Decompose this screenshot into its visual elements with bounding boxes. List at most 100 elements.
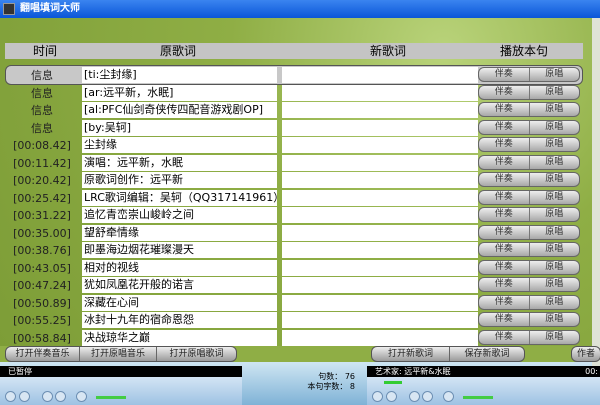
- play-original-button[interactable]: 原唱: [528, 278, 580, 291]
- play-original-button[interactable]: 原唱: [528, 138, 580, 151]
- play-original-button[interactable]: 原唱: [528, 225, 580, 239]
- row-play-buttons: 伴奏 原唱: [478, 102, 580, 117]
- play-original-button[interactable]: 原唱: [528, 243, 580, 256]
- original-lyric-cell[interactable]: 原歌词创作：远平新: [82, 172, 277, 188]
- save-new-lyrics-button[interactable]: 保存新歌词: [449, 347, 524, 361]
- author-button[interactable]: 作者: [572, 347, 600, 361]
- play-accompaniment-button[interactable]: 伴奏: [479, 173, 529, 186]
- next-icon[interactable]: [422, 391, 433, 402]
- row-play-buttons: 伴奏 原唱: [478, 242, 580, 257]
- table-row: [00:35.00] 望舒牵情缘 伴奏 原唱: [0, 224, 590, 243]
- original-lyric-cell[interactable]: LRC歌词编辑：吴轲（QQ317141961）: [82, 189, 277, 206]
- play-accompaniment-button[interactable]: 伴奏: [479, 261, 529, 274]
- new-lyric-input[interactable]: [282, 224, 478, 241]
- original-lyric-cell[interactable]: 追忆青峦崇山峻岭之间: [82, 207, 277, 223]
- play-accompaniment-button[interactable]: 伴奏: [479, 156, 529, 169]
- volume-icon[interactable]: [76, 391, 87, 402]
- new-lyric-input[interactable]: [282, 137, 478, 153]
- header-play: 播放本句: [500, 44, 549, 58]
- new-lyric-input[interactable]: [282, 67, 478, 83]
- new-lyric-input[interactable]: [282, 102, 478, 118]
- play-original-button[interactable]: 原唱: [528, 155, 580, 169]
- row-play-buttons: 伴奏 原唱: [478, 312, 580, 327]
- play-original-button[interactable]: 原唱: [528, 103, 580, 116]
- original-lyric-cell[interactable]: [ti:尘封缘]: [82, 67, 277, 83]
- play-original-button[interactable]: 原唱: [528, 173, 580, 186]
- play-accompaniment-button[interactable]: 伴奏: [479, 331, 529, 344]
- stop-icon[interactable]: [386, 391, 397, 402]
- play-original-button[interactable]: 原唱: [528, 120, 580, 134]
- original-lyric-cell[interactable]: 深藏在心间: [82, 294, 277, 311]
- chars-value: 8: [349, 382, 355, 391]
- play-original-button[interactable]: 原唱: [528, 68, 580, 81]
- play-accompaniment-button[interactable]: 伴奏: [479, 121, 529, 134]
- play-original-button[interactable]: 原唱: [528, 313, 580, 326]
- stop-icon[interactable]: [19, 391, 30, 402]
- original-lyric-cell[interactable]: [ar:远平新，水眠]: [82, 84, 277, 101]
- new-lyric-input[interactable]: [282, 294, 478, 311]
- stats-panel: 句数： 76 本句字数： 8: [255, 372, 355, 392]
- play-icon[interactable]: [5, 391, 16, 402]
- row-time: [00:25.42]: [13, 191, 71, 205]
- new-lyric-input[interactable]: [282, 242, 478, 258]
- new-lyric-input[interactable]: [282, 84, 478, 101]
- play-accompaniment-button[interactable]: 伴奏: [479, 103, 529, 116]
- open-original-music-button[interactable]: 打开原唱音乐: [79, 347, 156, 361]
- play-accompaniment-button[interactable]: 伴奏: [479, 313, 529, 326]
- play-original-button[interactable]: 原唱: [528, 260, 580, 274]
- original-lyric-cell[interactable]: [by:吴轲]: [82, 119, 277, 136]
- row-time: [00:55.25]: [13, 314, 71, 327]
- open-original-lyrics-button[interactable]: 打开原唱歌词: [156, 347, 236, 361]
- table-row: 信息 [al:PFC仙剑奇侠传四配音游戏剧OP] 伴奏 原唱: [0, 102, 590, 120]
- volume-slider[interactable]: [463, 396, 493, 399]
- play-accompaniment-button[interactable]: 伴奏: [479, 296, 529, 309]
- original-lyric-cell[interactable]: 冰封十九年的宿命恩怨: [82, 312, 277, 328]
- new-lyric-input[interactable]: [282, 207, 478, 223]
- original-lyric-cell[interactable]: 演唱：远平新，水眠: [82, 154, 277, 171]
- play-accompaniment-button[interactable]: 伴奏: [479, 68, 529, 81]
- original-lyric-cell[interactable]: 即墨海边烟花璀璨漫天: [82, 242, 277, 258]
- original-lyric-cell[interactable]: [al:PFC仙剑奇侠传四配音游戏剧OP]: [82, 102, 277, 118]
- play-accompaniment-button[interactable]: 伴奏: [479, 86, 529, 99]
- prev-icon[interactable]: [42, 391, 53, 402]
- original-lyric-cell[interactable]: 犹如凤凰花开般的诺言: [82, 277, 277, 293]
- play-original-button[interactable]: 原唱: [528, 85, 580, 99]
- open-new-lyrics-button[interactable]: 打开新歌词: [372, 347, 449, 361]
- original-lyric-cell[interactable]: 相对的视线: [82, 259, 277, 276]
- row-play-buttons: 伴奏 原唱: [478, 329, 580, 345]
- new-lyric-input[interactable]: [282, 119, 478, 136]
- row-time: [00:50.89]: [13, 296, 71, 310]
- volume-icon[interactable]: [443, 391, 454, 402]
- right-player: 艺术家: 远平新&水眠 00:: [367, 366, 600, 405]
- new-lyric-input[interactable]: [282, 172, 478, 188]
- play-accompaniment-button[interactable]: 伴奏: [479, 138, 529, 151]
- new-lyric-input[interactable]: [282, 259, 478, 276]
- play-original-button[interactable]: 原唱: [528, 330, 580, 344]
- play-accompaniment-button[interactable]: 伴奏: [479, 226, 529, 239]
- toolbar-right: 打开新歌词 保存新歌词: [371, 346, 525, 362]
- new-lyric-input[interactable]: [282, 329, 478, 346]
- play-original-button[interactable]: 原唱: [528, 295, 580, 309]
- row-play-buttons: 伴奏 原唱: [478, 294, 580, 310]
- new-lyric-input[interactable]: [282, 189, 478, 206]
- volume-slider[interactable]: [96, 396, 126, 399]
- play-accompaniment-button[interactable]: 伴奏: [479, 208, 529, 221]
- play-accompaniment-button[interactable]: 伴奏: [479, 243, 529, 256]
- next-icon[interactable]: [55, 391, 66, 402]
- original-lyric-cell[interactable]: 望舒牵情缘: [82, 224, 277, 241]
- row-play-buttons: 伴奏 原唱: [478, 67, 580, 82]
- open-accompaniment-button[interactable]: 打开伴奏音乐: [6, 347, 79, 361]
- play-original-button[interactable]: 原唱: [528, 208, 580, 221]
- original-lyric-cell[interactable]: 尘封缘: [82, 137, 277, 153]
- pause-icon[interactable]: [372, 391, 383, 402]
- play-original-button[interactable]: 原唱: [528, 190, 580, 204]
- new-lyric-input[interactable]: [282, 277, 478, 293]
- new-lyric-input[interactable]: [282, 154, 478, 171]
- new-lyric-input[interactable]: [282, 312, 478, 328]
- seek-bar[interactable]: [384, 381, 402, 384]
- original-lyric-cell[interactable]: 决战琼华之巅: [82, 329, 277, 346]
- play-accompaniment-button[interactable]: 伴奏: [479, 191, 529, 204]
- row-time: [00:08.42]: [13, 139, 71, 152]
- prev-icon[interactable]: [409, 391, 420, 402]
- play-accompaniment-button[interactable]: 伴奏: [479, 278, 529, 291]
